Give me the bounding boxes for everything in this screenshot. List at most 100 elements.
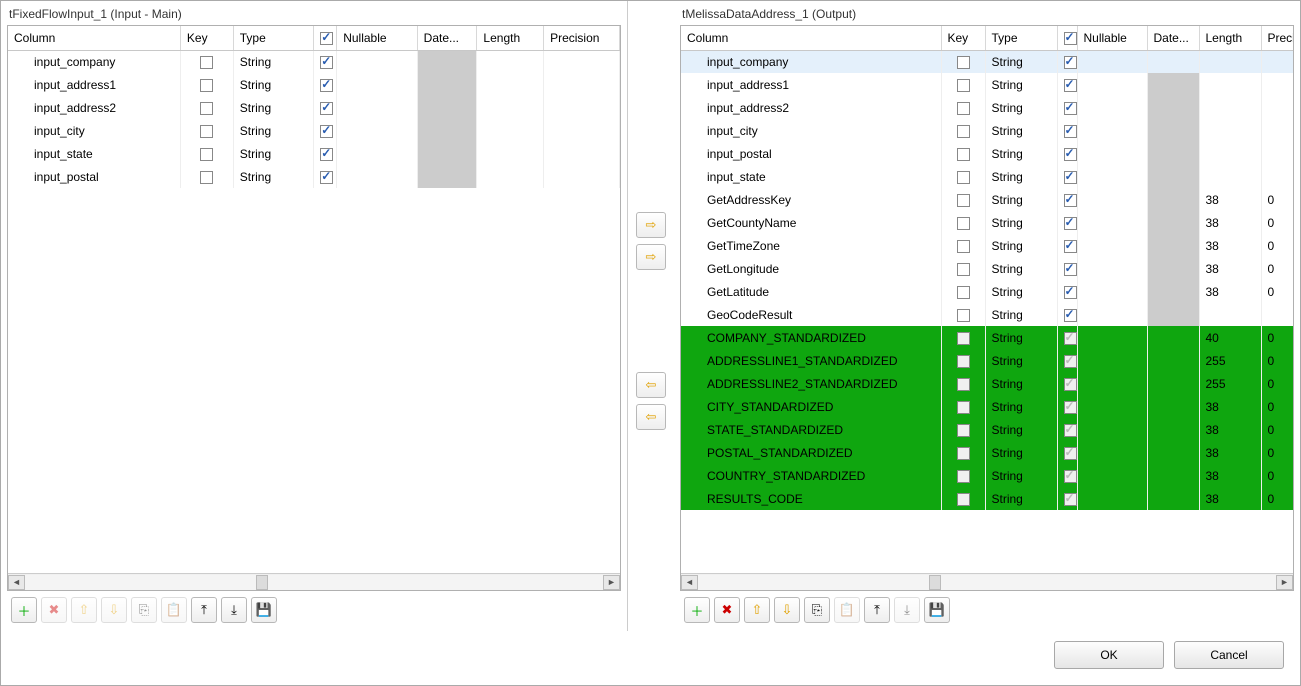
cell-type[interactable]: String	[233, 96, 313, 119]
table-row[interactable]: input_address2String	[8, 96, 620, 119]
nullable-checkbox[interactable]	[320, 102, 333, 115]
scroll-right-icon[interactable]: ►	[1276, 575, 1293, 590]
cell-nullable-cb[interactable]	[1057, 119, 1077, 142]
copy-button[interactable]: ⎘	[804, 597, 830, 623]
cell-key[interactable]	[941, 372, 985, 395]
cell-key[interactable]	[941, 96, 985, 119]
cell-precision[interactable]: 0	[1261, 487, 1293, 510]
cell-key[interactable]	[941, 418, 985, 441]
cell-key[interactable]	[941, 257, 985, 280]
cell-type[interactable]: String	[233, 165, 313, 188]
cell-type[interactable]: String	[985, 119, 1057, 142]
table-row[interactable]: input_address1String	[8, 73, 620, 96]
cell-type[interactable]: String	[985, 165, 1057, 188]
cell-nullable-cb[interactable]	[314, 119, 337, 142]
nullable-checkbox[interactable]	[320, 56, 333, 69]
cell-key[interactable]	[180, 165, 233, 188]
scroll-left-icon[interactable]: ◄	[8, 575, 25, 590]
table-row[interactable]: input_stateString	[8, 142, 620, 165]
cell-nullable-cb[interactable]	[314, 96, 337, 119]
cell-key[interactable]	[941, 303, 985, 326]
nullable-checkbox[interactable]	[1064, 355, 1077, 368]
cell-length[interactable]	[1199, 73, 1261, 96]
cell-nullable[interactable]	[1077, 257, 1147, 280]
cell-nullable[interactable]	[1077, 50, 1147, 73]
table-row[interactable]: input_companyString	[8, 50, 620, 73]
cancel-button[interactable]: Cancel	[1174, 641, 1284, 669]
cell-date[interactable]	[417, 119, 477, 142]
key-checkbox[interactable]	[957, 217, 970, 230]
cell-date[interactable]	[1147, 73, 1199, 96]
cell-key[interactable]	[941, 142, 985, 165]
scroll-thumb[interactable]	[256, 575, 268, 590]
cell-nullable[interactable]	[1077, 234, 1147, 257]
save-button[interactable]: 💾	[251, 597, 277, 623]
nullable-checkbox[interactable]	[320, 79, 333, 92]
table-row[interactable]: GetLatitudeString380	[681, 280, 1293, 303]
cell-date[interactable]	[1147, 165, 1199, 188]
cell-precision[interactable]: 0	[1261, 372, 1293, 395]
cell-date[interactable]	[1147, 257, 1199, 280]
key-checkbox[interactable]	[957, 332, 970, 345]
nullable-checkbox[interactable]	[320, 148, 333, 161]
right-table[interactable]: Column Key Type Nullable Date... Length …	[681, 26, 1293, 510]
export-button[interactable]: ⤓	[894, 597, 920, 623]
left-table[interactable]: Column Key Type Nullable Date... Length …	[8, 26, 620, 188]
cell-nullable[interactable]	[1077, 303, 1147, 326]
cell-column[interactable]: STATE_STANDARDIZED	[681, 418, 941, 441]
cell-column[interactable]: COMPANY_STANDARDIZED	[681, 326, 941, 349]
nullable-checkbox[interactable]	[1064, 401, 1077, 414]
add-button[interactable]: ＋	[684, 597, 710, 623]
cell-nullable-cb[interactable]	[314, 142, 337, 165]
cell-length[interactable]	[477, 119, 544, 142]
table-row[interactable]: GetTimeZoneString380	[681, 234, 1293, 257]
cell-type[interactable]: String	[985, 441, 1057, 464]
table-row[interactable]: input_postalString	[681, 142, 1293, 165]
hdr-column[interactable]: Column	[681, 26, 941, 50]
cell-type[interactable]: String	[985, 418, 1057, 441]
cell-nullable[interactable]	[1077, 372, 1147, 395]
cell-nullable-cb[interactable]	[314, 165, 337, 188]
cell-nullable[interactable]	[1077, 142, 1147, 165]
cell-precision[interactable]: 0	[1261, 257, 1293, 280]
key-checkbox[interactable]	[957, 125, 970, 138]
cell-column[interactable]: input_company	[8, 50, 180, 73]
hdr-nullable-cb[interactable]	[1057, 26, 1077, 50]
cell-column[interactable]: input_address1	[681, 73, 941, 96]
cell-column[interactable]: input_postal	[681, 142, 941, 165]
cell-type[interactable]: String	[985, 326, 1057, 349]
cell-precision[interactable]	[544, 165, 620, 188]
cell-nullable-cb[interactable]	[1057, 211, 1077, 234]
cell-nullable-cb[interactable]	[1057, 487, 1077, 510]
cell-date[interactable]	[1147, 372, 1199, 395]
cell-type[interactable]: String	[985, 211, 1057, 234]
ok-button[interactable]: OK	[1054, 641, 1164, 669]
delete-button[interactable]: ✖	[41, 597, 67, 623]
table-row[interactable]: input_stateString	[681, 165, 1293, 188]
cell-precision[interactable]: 0	[1261, 349, 1293, 372]
scroll-right-icon[interactable]: ►	[603, 575, 620, 590]
cell-type[interactable]: String	[985, 96, 1057, 119]
cell-type[interactable]: String	[985, 303, 1057, 326]
cell-column[interactable]: input_city	[681, 119, 941, 142]
cell-nullable[interactable]	[337, 165, 417, 188]
nullable-checkbox[interactable]	[1064, 102, 1077, 115]
cell-date[interactable]	[1147, 280, 1199, 303]
cell-nullable-cb[interactable]	[1057, 349, 1077, 372]
hdr-precision[interactable]: Precision	[544, 26, 620, 50]
cell-nullable[interactable]	[1077, 165, 1147, 188]
cell-date[interactable]	[1147, 119, 1199, 142]
cell-key[interactable]	[180, 73, 233, 96]
nullable-checkbox[interactable]	[1064, 424, 1077, 437]
cell-precision[interactable]	[1261, 50, 1293, 73]
cell-nullable[interactable]	[337, 119, 417, 142]
scroll-thumb[interactable]	[929, 575, 941, 590]
nullable-checkbox[interactable]	[1064, 125, 1077, 138]
add-button[interactable]: ＋	[11, 597, 37, 623]
cell-nullable-cb[interactable]	[1057, 326, 1077, 349]
key-checkbox[interactable]	[957, 56, 970, 69]
import-button[interactable]: ⤒	[191, 597, 217, 623]
copy-button[interactable]: ⎘	[131, 597, 157, 623]
cell-type[interactable]: String	[233, 73, 313, 96]
cell-column[interactable]: GetLatitude	[681, 280, 941, 303]
